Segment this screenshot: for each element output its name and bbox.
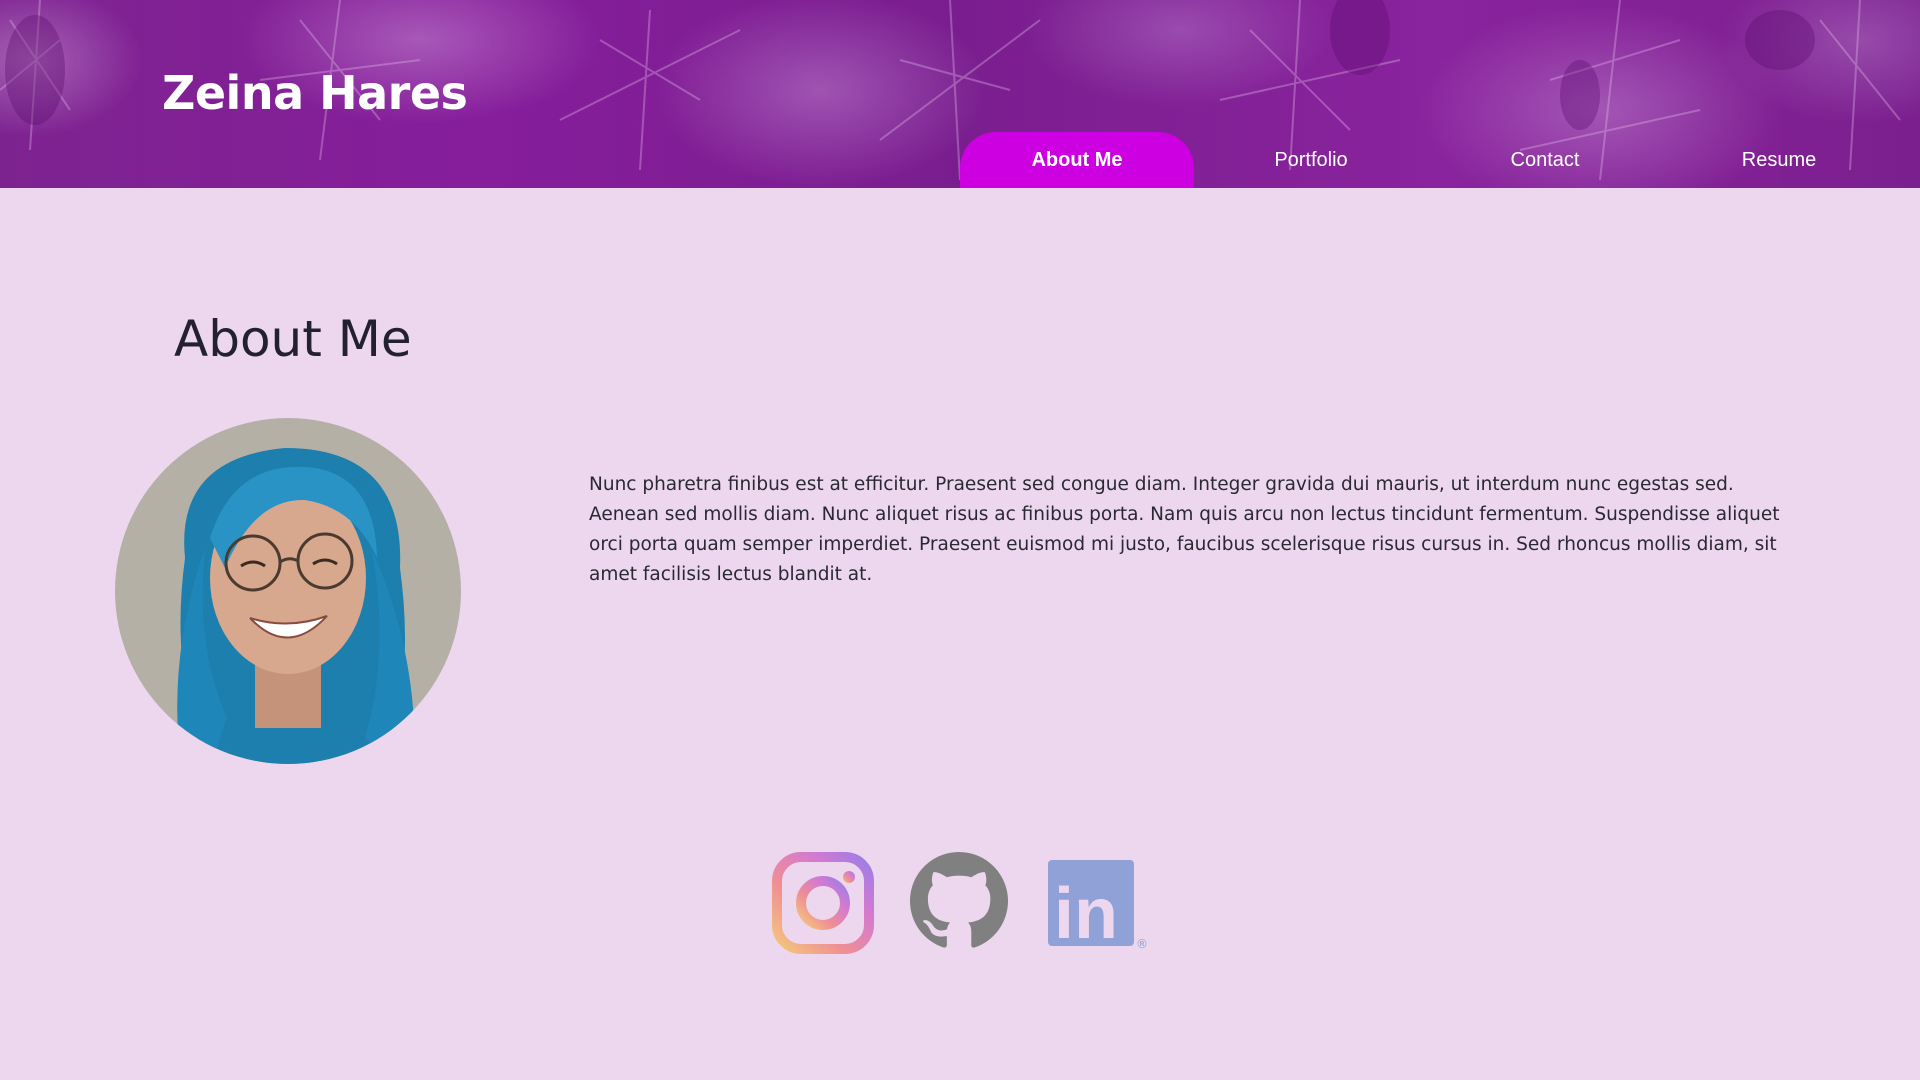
linkedin-mark: in [1054,874,1118,950]
nav-resume[interactable]: Resume [1662,132,1896,188]
nav-contact[interactable]: Contact [1428,132,1662,188]
instagram-icon [772,852,874,954]
nav-about-me[interactable]: About Me [960,132,1194,188]
bio-paragraph: Nunc pharetra finibus est at efficitur. … [589,474,1780,585]
github-link[interactable] [910,852,1008,954]
avatar-illustration [115,418,461,764]
page-heading: About Me [174,310,412,368]
site-title[interactable]: Zeina Hares [162,66,468,120]
github-icon [910,852,1008,948]
main-nav: About Me Portfolio Contact Resume [960,132,1896,188]
profile-photo [115,418,461,764]
linkedin-icon: in ® [1048,860,1148,954]
site-header: Zeina Hares About Me Portfolio Contact R… [0,0,1920,188]
instagram-link[interactable] [772,852,874,958]
social-links: in ® [772,852,1152,954]
linkedin-link[interactable]: in ® [1048,860,1152,954]
linkedin-registered-mark: ® [1136,937,1148,950]
nav-portfolio[interactable]: Portfolio [1194,132,1428,188]
